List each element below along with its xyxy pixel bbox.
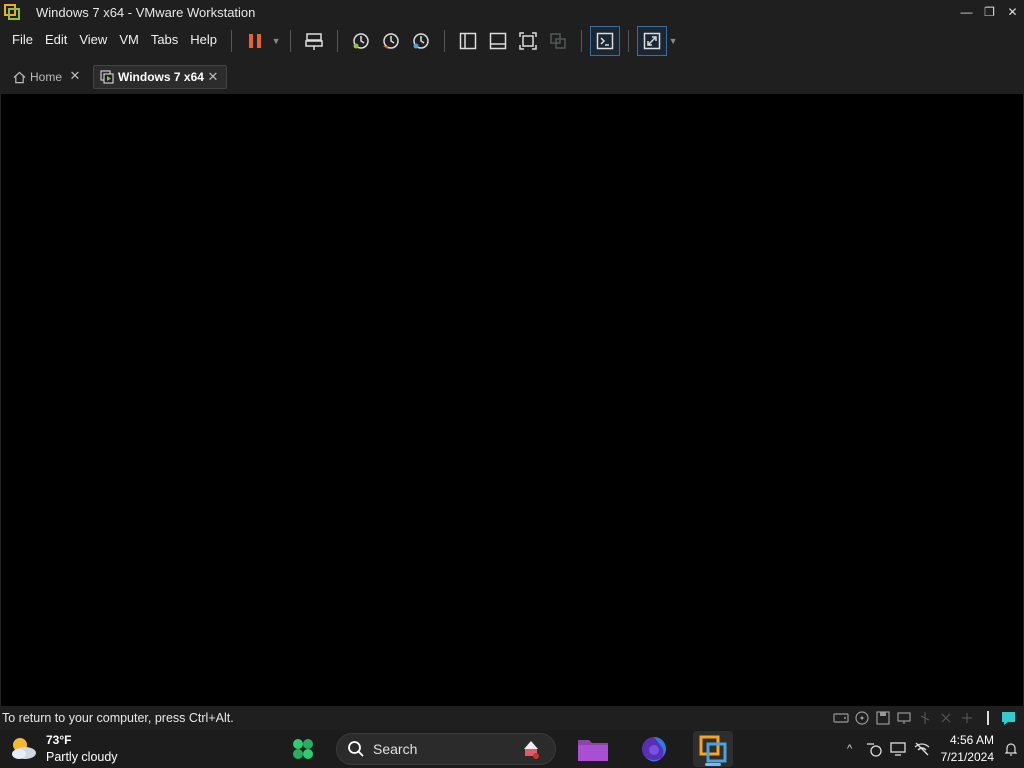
weather-widget[interactable]: 73°F Partly cloudy — [6, 732, 118, 766]
search-icon — [348, 741, 364, 757]
close-button[interactable]: ✕ — [1001, 0, 1024, 24]
vmware-icon[interactable] — [0, 0, 24, 24]
send-ctrl-alt-del-icon — [305, 33, 323, 50]
vm-console-display[interactable] — [0, 94, 1024, 706]
notification-bell-icon[interactable] — [1004, 741, 1018, 757]
toolbar-separator — [290, 30, 292, 52]
toolbar-separator — [581, 30, 583, 52]
menu-edit[interactable]: Edit — [39, 24, 73, 58]
vmware-taskbar-button[interactable] — [693, 731, 733, 767]
status-message: To return to your computer, press Ctrl+A… — [2, 711, 234, 725]
snapshot-icon — [353, 33, 369, 49]
weather-temperature: 73°F — [46, 733, 72, 747]
floppy-icon[interactable] — [874, 709, 892, 727]
snapshot-manager-button[interactable] — [407, 27, 435, 55]
vmware-icon — [699, 735, 727, 763]
toolbar-separator — [337, 30, 339, 52]
show-thumbnail-button[interactable] — [484, 27, 512, 55]
tray-chevron-icon[interactable]: ^ — [839, 738, 861, 760]
network-icon[interactable] — [895, 709, 913, 727]
console-view-icon — [596, 32, 614, 50]
send-ctrl-alt-del-button[interactable] — [300, 27, 328, 55]
title-bar: Windows 7 x64 - VMware Workstation — ❐ ✕ — [0, 0, 1024, 24]
fullscreen-icon — [643, 32, 661, 50]
menu-toolbar: File Edit View VM Tabs Help ▼ ▼ — [0, 24, 1024, 58]
menu-tabs[interactable]: Tabs — [145, 24, 184, 58]
printer-icon[interactable] — [958, 709, 976, 727]
console-view-button[interactable] — [590, 26, 621, 56]
unity-icon — [550, 33, 566, 49]
firefox-icon — [642, 737, 666, 762]
menu-help[interactable]: Help — [184, 24, 223, 58]
close-icon: ✕ — [1007, 5, 1018, 19]
taskbar-search[interactable]: Search — [336, 733, 556, 765]
wifi-off-icon[interactable] — [911, 738, 933, 760]
tab-bar: Home ✕ Windows 7 x64 ✕ — [0, 58, 1024, 94]
toolbar-separator — [231, 30, 233, 52]
fit-guest-button[interactable] — [514, 27, 542, 55]
menu-file[interactable]: File — [6, 24, 39, 58]
weather-condition: Partly cloudy — [46, 750, 118, 764]
take-snapshot-button[interactable] — [347, 27, 375, 55]
monitor-icon[interactable] — [887, 738, 909, 760]
show-library-icon — [459, 32, 477, 50]
search-label: Search — [373, 741, 418, 757]
revert-snapshot-icon — [383, 33, 399, 49]
cd-dvd-icon[interactable] — [853, 709, 871, 727]
toolbar-separator — [444, 30, 446, 52]
hard-disk-icon[interactable] — [832, 709, 850, 727]
tab-vm-label: Windows 7 x64 — [118, 70, 204, 84]
snapshot-manager-icon — [413, 33, 429, 49]
fullscreen-button[interactable] — [637, 26, 668, 56]
usb-icon[interactable] — [916, 709, 934, 727]
taskbar-clock[interactable]: 4:56 AM 7/21/2024 — [941, 732, 994, 766]
weather-text: 73°F Partly cloudy — [46, 732, 118, 766]
show-library-button[interactable] — [454, 27, 482, 55]
fit-guest-icon — [519, 32, 537, 50]
menu-vm[interactable]: VM — [113, 24, 145, 58]
restore-button[interactable]: ❐ — [978, 0, 1001, 24]
tab-windows-7-x64[interactable]: Windows 7 x64 ✕ — [93, 65, 227, 89]
tab-home-close-icon[interactable]: ✕ — [68, 68, 82, 83]
file-explorer-button[interactable] — [573, 731, 613, 767]
restore-icon: ❐ — [984, 5, 995, 19]
pause-icon — [249, 34, 262, 48]
revert-snapshot-button[interactable] — [377, 27, 405, 55]
minimize-button[interactable]: — — [955, 0, 978, 24]
minimize-icon: — — [960, 5, 973, 19]
sound-icon[interactable] — [937, 709, 955, 727]
show-thumbnail-icon — [489, 32, 507, 50]
network-settings-icon[interactable] — [863, 738, 885, 760]
search-highlight-icon — [524, 741, 539, 759]
menu-view[interactable]: View — [73, 24, 113, 58]
power-dropdown-caret[interactable]: ▼ — [270, 27, 282, 55]
display-icon[interactable] — [979, 709, 997, 727]
message-icon[interactable] — [1000, 709, 1018, 727]
tab-home[interactable]: Home ✕ — [6, 65, 88, 89]
fullscreen-dropdown-caret[interactable]: ▼ — [667, 27, 679, 55]
unity-button[interactable] — [544, 27, 572, 55]
system-tray: ^ 4:56 AM 7/21/2024 — [839, 730, 1024, 768]
window-title: Windows 7 x64 - VMware Workstation — [36, 4, 256, 20]
tab-home-label: Home — [30, 70, 63, 84]
firefox-button[interactable] — [634, 731, 674, 767]
window-controls: — ❐ ✕ — [955, 0, 1024, 24]
status-bar: To return to your computer, press Ctrl+A… — [0, 706, 1024, 730]
widgets-button[interactable] — [283, 731, 323, 767]
device-status-icons — [832, 709, 1018, 727]
tab-vm-close-icon[interactable]: ✕ — [206, 69, 220, 84]
clock-date: 7/21/2024 — [940, 750, 994, 764]
toolbar-separator — [628, 30, 630, 52]
clock-time: 4:56 AM — [949, 733, 994, 747]
pause-button[interactable] — [241, 27, 269, 55]
file-explorer-icon — [578, 740, 608, 761]
home-icon — [12, 70, 26, 84]
windows-taskbar: 73°F Partly cloudy Search ^ 4:56 AM 7/21… — [0, 730, 1024, 768]
widgets-icon — [293, 739, 313, 759]
vm-tab-icon — [100, 70, 114, 84]
partly-cloudy-icon — [12, 738, 36, 759]
